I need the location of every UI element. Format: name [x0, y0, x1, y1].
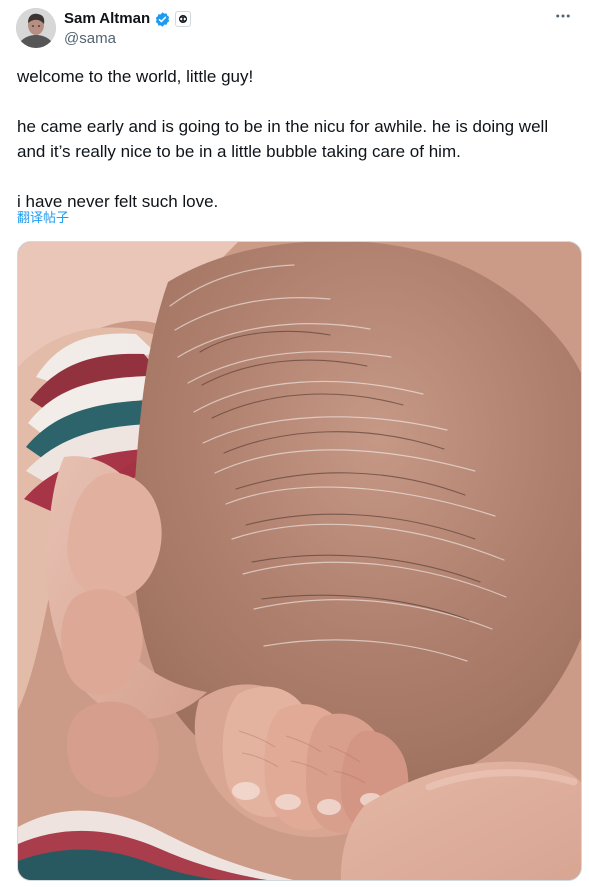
tweet-photo[interactable]	[17, 241, 582, 881]
avatar[interactable]	[16, 8, 56, 48]
more-options-button[interactable]	[549, 8, 577, 28]
display-name[interactable]: Sam Altman	[64, 9, 150, 29]
user-names: Sam Altman @sama	[64, 8, 192, 49]
translate-post-link[interactable]: 翻译帖子	[17, 209, 69, 227]
avatar-image	[16, 8, 56, 48]
user-handle[interactable]: @sama	[64, 29, 191, 49]
display-name-row: Sam Altman	[64, 9, 192, 29]
more-options-icon	[554, 7, 572, 30]
verified-badge-icon	[154, 11, 171, 28]
tweet-card: Sam Altman @sama welcome to the world, l…	[0, 0, 589, 887]
newborn-photo	[18, 242, 581, 880]
openai-logo-icon	[175, 11, 192, 27]
tweet-header: Sam Altman @sama	[16, 8, 577, 52]
tweet-text: welcome to the world, little guy! he cam…	[17, 67, 549, 211]
